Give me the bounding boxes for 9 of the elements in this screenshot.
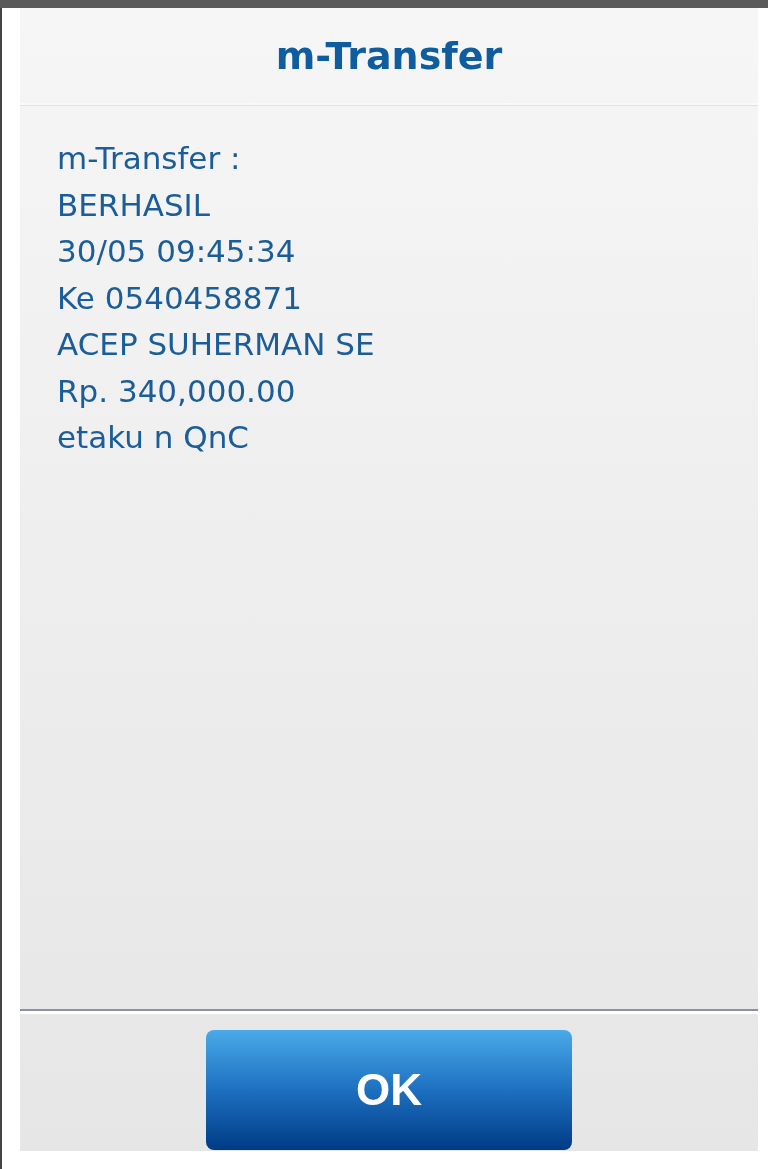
message-line: m-Transfer :	[57, 139, 241, 178]
message-line: etaku n QnC	[57, 418, 249, 457]
message-line: Rp. 340,000.00	[57, 371, 296, 411]
message-line: ACEP SUHERMAN SE	[57, 325, 375, 364]
message-line: BERHASIL	[57, 185, 210, 225]
dialog-title: m-Transfer	[275, 33, 503, 78]
ok-button[interactable]: OK	[206, 1030, 572, 1150]
message-line: Ke 0540458871	[57, 278, 302, 318]
message-line: 30/05 09:45:34	[57, 232, 296, 271]
